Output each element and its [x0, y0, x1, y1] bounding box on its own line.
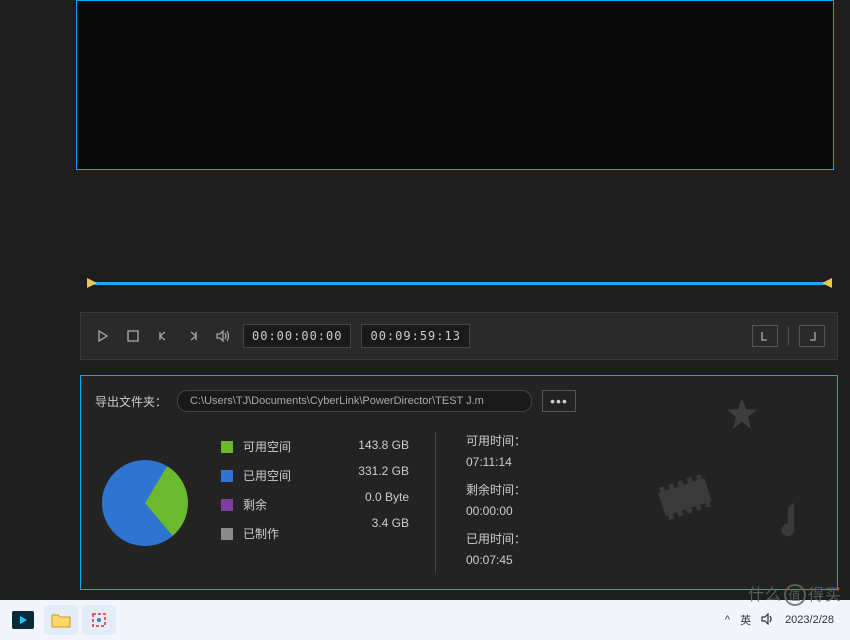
legend-used: 已用空间 — [221, 467, 303, 484]
export-folder-label: 导出文件夹： — [95, 393, 167, 410]
avail-time-label: 可用时间： — [466, 432, 526, 449]
stop-button[interactable] — [123, 326, 143, 346]
taskbar-app-snip[interactable] — [82, 605, 116, 635]
export-path-field[interactable]: C:\Users\TJ\Documents\CyberLink\PowerDir… — [177, 390, 532, 412]
system-tray[interactable]: ^ 英 2023/2/28 — [725, 612, 844, 628]
taskbar-app-powerdirector[interactable] — [6, 605, 40, 635]
in-point-marker[interactable] — [87, 278, 97, 288]
playback-controls: 00:00:00:00 00:09:59:13 — [80, 312, 838, 360]
watermark: 什么值得买 — [748, 581, 842, 607]
mark-in-button[interactable] — [752, 325, 778, 347]
play-button[interactable] — [93, 326, 113, 346]
tray-speaker-icon[interactable] — [761, 613, 775, 628]
used-value: 331.2 GB — [329, 464, 409, 478]
swatch-icon — [221, 528, 233, 540]
timeline-track[interactable] — [93, 282, 826, 285]
timeline[interactable] — [87, 280, 832, 288]
elapsed-time-value: 00:07:45 — [466, 553, 526, 567]
current-time-display: 00:00:00:00 — [243, 324, 351, 348]
mark-out-button[interactable] — [799, 325, 825, 347]
tray-chevron-icon[interactable]: ^ — [725, 614, 730, 626]
legend: 可用空间 已用空间 剩余 已制作 — [221, 432, 303, 573]
remain-time-value: 00:00:00 — [466, 504, 526, 518]
total-time-display: 00:09:59:13 — [361, 324, 469, 348]
taskbar[interactable]: ^ 英 2023/2/28 — [0, 600, 850, 640]
out-point-marker[interactable] — [822, 278, 832, 288]
video-preview — [76, 0, 834, 170]
stats-row: 可用空间 已用空间 剩余 已制作 143.8 GB 331.2 GB 0.0 B… — [95, 432, 823, 573]
browse-button[interactable]: ••• — [542, 390, 576, 412]
star-decoration-icon — [724, 396, 760, 432]
volume-button[interactable] — [213, 326, 233, 346]
disk-pie-chart — [95, 432, 195, 573]
remaining-value: 0.0 Byte — [329, 490, 409, 504]
swatch-icon — [221, 470, 233, 482]
next-frame-button[interactable] — [183, 326, 203, 346]
prev-frame-button[interactable] — [153, 326, 173, 346]
time-info: 可用时间： 07:11:14 剩余时间： 00:00:00 已用时间： 00:0… — [435, 432, 526, 573]
swatch-icon — [221, 499, 233, 511]
music-note-decoration-icon — [776, 500, 802, 540]
legend-values: 143.8 GB 331.2 GB 0.0 Byte 3.4 GB — [329, 432, 409, 573]
swatch-icon — [221, 441, 233, 453]
avail-time-value: 07:11:14 — [466, 455, 526, 469]
elapsed-time-label: 已用时间： — [466, 530, 526, 547]
legend-produced: 已制作 — [221, 525, 303, 542]
available-value: 143.8 GB — [329, 438, 409, 452]
legend-remaining: 剩余 — [221, 496, 303, 513]
tray-ime-indicator[interactable]: 英 — [740, 612, 751, 628]
tray-date[interactable]: 2023/2/28 — [785, 614, 834, 626]
app-frame: 00:00:00:00 00:09:59:13 导出文件夹： C:\Users\… — [0, 0, 850, 600]
divider — [788, 327, 789, 345]
taskbar-app-explorer[interactable] — [44, 605, 78, 635]
remain-time-label: 剩余时间： — [466, 481, 526, 498]
legend-available: 可用空间 — [221, 438, 303, 455]
export-path-row: 导出文件夹： C:\Users\TJ\Documents\CyberLink\P… — [95, 390, 823, 412]
produced-value: 3.4 GB — [329, 516, 409, 530]
